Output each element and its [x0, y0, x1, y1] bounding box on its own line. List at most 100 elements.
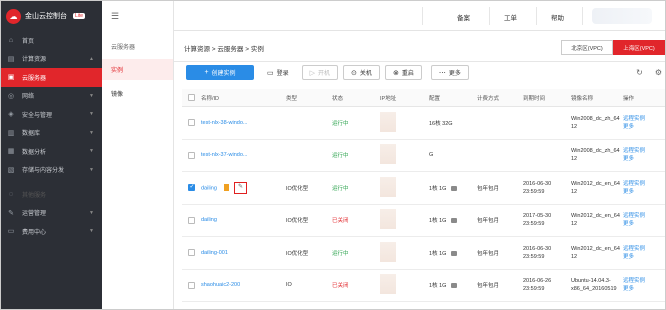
remote-instance-link[interactable]: 远程实例 [623, 147, 658, 155]
remote-instance-link[interactable]: 远程实例 [623, 212, 658, 220]
subnav-item-images[interactable]: 镜像 [102, 83, 173, 104]
status-badge: 运行中 [332, 250, 349, 257]
more-actions-link[interactable]: 更多 [623, 253, 658, 261]
tab-region-beijing[interactable]: 北京区(VPC) [561, 40, 613, 55]
top-divider [422, 7, 423, 25]
power-on-button[interactable]: ▷ 开机 [301, 65, 339, 80]
row-checkbox[interactable] [188, 184, 195, 192]
more-actions-link[interactable]: 更多 [623, 285, 658, 293]
image-name: Ubuntu-14.04.3-x86_64_20160519 [571, 278, 617, 293]
redacted-ip [380, 176, 396, 197]
col-header-name[interactable]: 名称/ID [198, 94, 283, 102]
col-header-config: 配置 [429, 95, 441, 102]
instance-type: IO优化型 [286, 250, 309, 257]
remote-instance-link[interactable]: 远程实例 [623, 277, 658, 285]
storage-icon: ▧ [7, 166, 15, 174]
remote-instance-link[interactable]: 远程实例 [623, 115, 658, 123]
col-header-ip: IP地址 [380, 95, 397, 102]
sidebar-item-misc[interactable]: ◌ 其他服务 [1, 185, 102, 204]
table-row[interactable]: dailing-001 IO优化型 运行中 1核 1G 包年包月 2016-06… [182, 237, 665, 270]
user-account-menu[interactable] [592, 8, 652, 24]
table-row[interactable]: test-nlx-37-windo... 运行中 G Win2008_dc_zh… [182, 140, 665, 172]
instance-name-link[interactable]: test-nlx-38-windo... [198, 120, 283, 126]
sidebar-item-storage[interactable]: ▧ 存储与内容分发 ▼ [1, 161, 102, 180]
instance-name-link[interactable]: dailing [198, 217, 283, 223]
sidebar-item-database[interactable]: ▥ 数据库 ▼ [1, 124, 102, 143]
top-link-ticket[interactable]: 工单 [504, 12, 517, 22]
sidebar-item-analytics[interactable]: ▦ 数据分析 ▼ [1, 142, 102, 161]
row-checkbox[interactable] [188, 119, 195, 127]
subnav-item-instances[interactable]: 实例 [102, 59, 173, 80]
instance-config: 1核 1G [429, 218, 447, 225]
create-instance-button[interactable]: + 创建实例 [186, 65, 254, 80]
edit-name-icon[interactable]: ✎ [233, 181, 247, 194]
tab-region-shanghai[interactable]: 上海区(VPC) [613, 40, 665, 55]
refresh-icon[interactable]: ↻ [636, 68, 643, 77]
region-tabs: 北京区(VPC) 上海区(VPC) [561, 40, 665, 55]
more-actions-link[interactable]: 更多 [623, 123, 658, 131]
expiry-time: 2016-06-30 23:59:59 [523, 180, 552, 195]
network-icon: ◎ [7, 92, 15, 100]
sidebar-item-cloud-server[interactable]: ▣ 云服务器 [1, 68, 102, 87]
more-button[interactable]: ⋯ 更多 [430, 65, 469, 80]
table-row[interactable]: test-nlx-38-windo... 运行中 16核 32G Win2008… [182, 107, 665, 140]
chevron-down-icon: ▼ [89, 92, 94, 99]
row-checkbox[interactable] [188, 216, 195, 224]
table-row[interactable]: dailing ✎ IO优化型 运行中 1核 1G 包年包月 2016-06-3… [182, 172, 665, 205]
instance-config: 1核 1G [429, 185, 447, 192]
instance-config: 1核 1G [429, 283, 447, 290]
home-icon: ⌂ [8, 36, 14, 44]
more-actions-link[interactable]: 更多 [623, 220, 658, 228]
instance-name-link[interactable]: dailing [201, 185, 217, 191]
cloud-server-icon: ▣ [7, 74, 15, 82]
sidebar-item-compute[interactable]: ▤ 计算资源 ▲ [1, 50, 102, 69]
power-off-button[interactable]: ⊙ 关机 [343, 65, 380, 80]
main-sidebar: ☁ 金山云控制台 Lite ⌂ 首页 ▤ 计算资源 ▲ ▣ 云服务器 ◎ 网络 … [1, 1, 102, 309]
table-header: 名称/ID 类型 状态 IP地址 配置 计费方式 到期时间 镜像名称 操作 [182, 89, 665, 107]
redacted-ip [380, 274, 396, 295]
remote-instance-link[interactable]: 远程实例 [623, 245, 658, 253]
row-checkbox[interactable] [188, 249, 195, 257]
instance-name-link[interactable]: shaohuaic2-200 [198, 282, 283, 288]
table-row[interactable]: shaohuaic2-200 IO 已关闭 1核 1G 包年包月 2016-06… [182, 270, 665, 302]
top-divider [536, 7, 537, 25]
instance-name-link[interactable]: test-nlx-37-windo... [198, 152, 283, 158]
top-bar: 备案 工单 帮助 [174, 1, 665, 31]
sidebar-item-billing[interactable]: ▭ 费用中心 ▼ [1, 222, 102, 241]
brand-name: 金山云控制台 [25, 13, 67, 20]
sidebar-item-network[interactable]: ◎ 网络 ▼ [1, 87, 102, 106]
table-row[interactable]: dailing IO优化型 已关闭 1核 1G 包年包月 2017-05-30 … [182, 205, 665, 237]
more-actions-link[interactable]: 更多 [623, 188, 658, 196]
redacted-ip [380, 111, 396, 132]
remote-instance-link[interactable]: 远程实例 [623, 180, 658, 188]
sidebar-item-home[interactable]: ⌂ 首页 [1, 31, 102, 50]
billing-method: 包年包月 [477, 185, 500, 192]
more-actions-link[interactable]: 更多 [623, 155, 658, 163]
sidebar-item-ops[interactable]: ✎ 运营管理 ▼ [1, 204, 102, 223]
menu-toggle-icon[interactable]: ☰ [102, 1, 173, 31]
disk-icon [450, 185, 457, 191]
top-divider [582, 7, 583, 25]
instance-type: IO [286, 282, 292, 289]
status-badge: 已关闭 [332, 283, 349, 290]
sidebar-item-security[interactable]: ◈ 安全与管理 ▼ [1, 105, 102, 124]
brand-badge: Lite [73, 13, 86, 19]
row-checkbox[interactable] [188, 281, 195, 289]
redacted-ip [380, 144, 396, 165]
restart-button[interactable]: ⊗ 重启 [384, 65, 422, 80]
top-link-help[interactable]: 帮助 [551, 12, 564, 22]
instance-name-link[interactable]: dailing-001 [198, 250, 283, 256]
database-icon: ▥ [7, 129, 15, 137]
ip-address [377, 111, 426, 134]
subnav-title: 云服务器 [111, 45, 136, 51]
instance-type: IO优化型 [286, 185, 309, 192]
gear-icon[interactable]: ⚙ [655, 68, 662, 77]
select-all-checkbox[interactable] [188, 94, 195, 101]
brand-logo[interactable]: ☁ 金山云控制台 Lite [1, 1, 102, 31]
tag-icon[interactable] [224, 184, 230, 192]
breadcrumb: 计算资源 > 云服务器 > 实例 [184, 46, 264, 53]
login-button[interactable]: ▭ 登录 [259, 65, 297, 80]
row-checkbox[interactable] [188, 151, 195, 159]
disk-icon [450, 218, 457, 224]
top-link-record[interactable]: 备案 [457, 12, 470, 22]
